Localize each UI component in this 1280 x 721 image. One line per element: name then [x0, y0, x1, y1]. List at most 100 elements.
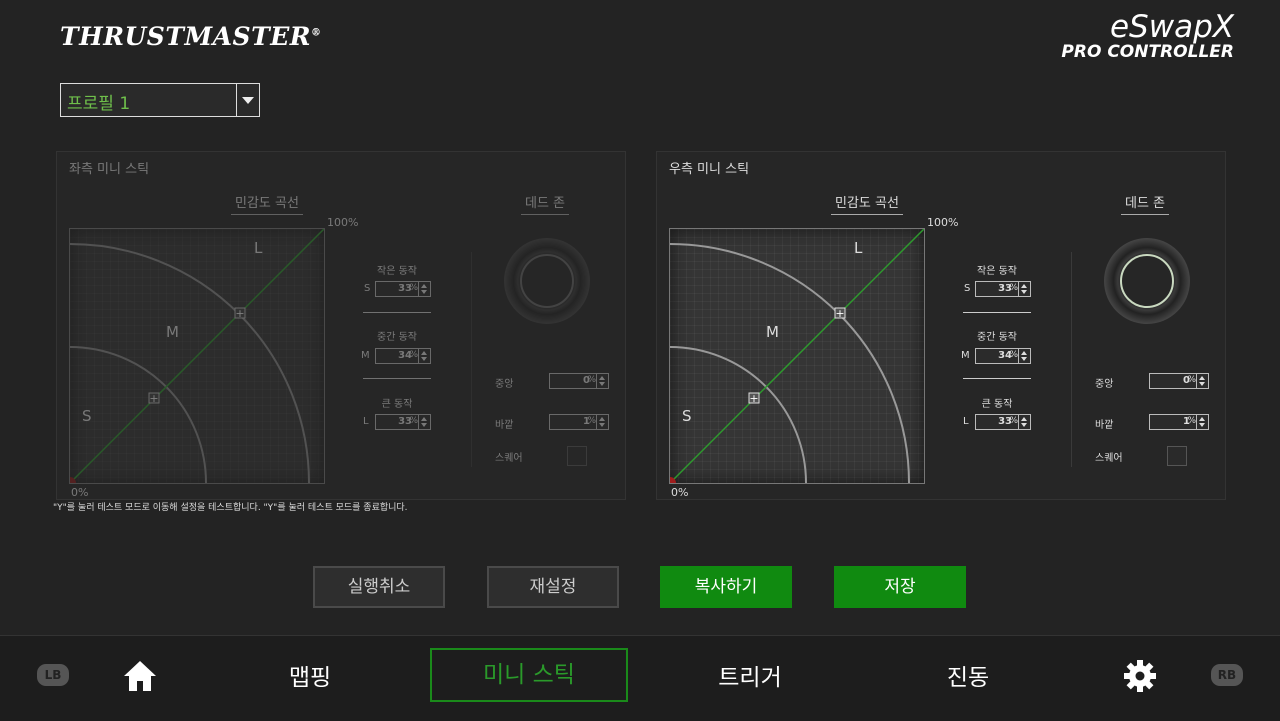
product-logo: eSwapX PRO CONTROLLER [1061, 9, 1234, 62]
dead-zone-inner [520, 254, 574, 308]
small-motion-letter: S [964, 283, 971, 294]
svg-text:+: + [749, 392, 758, 405]
registered-mark: ® [311, 27, 322, 39]
mid-motion-letter: M [361, 350, 370, 361]
reset-button[interactable]: 재설정 [487, 566, 619, 608]
zone-l-label: L [854, 239, 863, 257]
nav-mapping[interactable]: 맵핑 [270, 658, 350, 692]
dead-zone-title: 데드 존 [521, 192, 570, 215]
zone-l-label: L [254, 239, 263, 257]
panel-title: 우측 미니 스틱 [669, 162, 750, 177]
center-label: 중앙 [1095, 379, 1114, 390]
outer-deadzone-spinner[interactable]: 1% [1149, 414, 1209, 430]
small-motion-spinner[interactable]: 33% [975, 281, 1031, 297]
divider [963, 312, 1031, 313]
spin-arrows-icon[interactable] [418, 349, 430, 363]
dead-zone-preview [504, 238, 590, 324]
svg-text:+: + [235, 307, 244, 320]
dead-zone-inner [1120, 254, 1174, 308]
outer-label: 바깥 [1095, 420, 1114, 431]
save-button[interactable]: 저장 [834, 566, 966, 608]
zone-m-label: M [766, 323, 779, 341]
product-name: eSwapX [1109, 9, 1234, 45]
small-motion-letter: S [364, 283, 371, 294]
left-stick-panel: 좌측 미니 스틱 민감도 곡선 데드 존 100% + + S M L 0% 작… [56, 151, 626, 500]
outer-label: 바깥 [495, 420, 514, 431]
large-motion-letter: L [963, 416, 969, 427]
home-icon-svg [124, 661, 156, 691]
square-checkbox[interactable] [1167, 446, 1187, 466]
spin-arrows-icon[interactable] [1018, 282, 1030, 296]
spin-arrows-icon[interactable] [1196, 374, 1208, 388]
panel-title: 좌측 미니 스틱 [69, 162, 150, 177]
divider [363, 312, 431, 313]
spin-arrows-icon[interactable] [1196, 415, 1208, 429]
lb-bumper-icon[interactable]: LB [37, 664, 69, 686]
large-motion-spinner[interactable]: 33% [375, 414, 431, 430]
spin-arrows-icon[interactable] [596, 415, 608, 429]
square-label: 스퀘어 [1095, 453, 1123, 464]
gear-icon[interactable] [1122, 658, 1158, 694]
outer-deadzone-spinner[interactable]: 1% [549, 414, 609, 430]
curve-svg: + + [70, 229, 324, 483]
brand-text: THRUSTMASTER [60, 22, 312, 51]
test-mode-hint: "Y"를 눌러 테스트 모드로 이동해 설정을 테스트합니다. "Y"를 눌러 … [53, 503, 408, 513]
pct-max-label: 100% [927, 216, 959, 229]
home-icon[interactable] [122, 658, 158, 694]
spinner-unit: % [587, 416, 596, 426]
small-motion-spinner[interactable]: 33% [375, 281, 431, 297]
dead-zone-title: 데드 존 [1121, 192, 1170, 215]
column-separator [471, 252, 472, 467]
center-deadzone-spinner[interactable]: 0% [549, 373, 609, 389]
mid-motion-label: 중간 동작 [977, 332, 1017, 343]
svg-text:+: + [835, 307, 844, 320]
pct-max-label: 100% [327, 216, 359, 229]
chevron-down-icon[interactable] [236, 84, 259, 116]
curve-line [70, 229, 324, 483]
nav-mini-stick[interactable]: 미니 스틱 [430, 648, 628, 702]
profile-select[interactable]: 프로필 1 [60, 83, 260, 117]
sensitivity-curve-title: 민감도 곡선 [231, 192, 303, 215]
profile-select-value: 프로필 1 [67, 94, 131, 114]
spinner-unit: % [1009, 350, 1018, 360]
left-stick-panel-content: 좌측 미니 스틱 민감도 곡선 데드 존 100% + + S M L 0% 작… [57, 152, 625, 499]
product-subtitle: PRO CONTROLLER [1061, 42, 1234, 62]
mid-motion-spinner[interactable]: 34% [375, 348, 431, 364]
nav-trigger[interactable]: 트리거 [700, 658, 800, 692]
rb-bumper-icon[interactable]: RB [1211, 664, 1243, 686]
curve-svg: + + [670, 229, 924, 483]
square-checkbox[interactable] [567, 446, 587, 466]
center-label: 중앙 [495, 379, 514, 390]
spinner-unit: % [1187, 416, 1196, 426]
pct-min-label: 0% [671, 486, 689, 499]
large-motion-label: 큰 동작 [381, 399, 413, 410]
spinner-unit: % [409, 350, 418, 360]
thrustmaster-logo: THRUSTMASTER® [60, 22, 322, 51]
zone-s-label: S [682, 407, 692, 425]
zone-m-label: M [166, 323, 179, 341]
mid-motion-spinner[interactable]: 34% [975, 348, 1031, 364]
divider [363, 378, 431, 379]
large-motion-label: 큰 동작 [981, 399, 1013, 410]
nav-mini-stick-label: 미니 스틱 [483, 662, 575, 688]
dead-zone-preview [1104, 238, 1190, 324]
sensitivity-curve-graph[interactable]: + + S M L [69, 228, 325, 484]
nav-vibration[interactable]: 진동 [928, 658, 1008, 692]
spin-arrows-icon[interactable] [596, 374, 608, 388]
square-label: 스퀘어 [495, 453, 523, 464]
sensitivity-curve-title: 민감도 곡선 [831, 192, 903, 215]
spinner-unit: % [409, 283, 418, 293]
gear-icon-svg [1124, 660, 1156, 692]
spin-arrows-icon[interactable] [1018, 349, 1030, 363]
large-motion-spinner[interactable]: 33% [975, 414, 1031, 430]
center-deadzone-spinner[interactable]: 0% [1149, 373, 1209, 389]
spin-arrows-icon[interactable] [1018, 415, 1030, 429]
spin-arrows-icon[interactable] [418, 415, 430, 429]
pct-min-label: 0% [71, 486, 89, 499]
copy-button[interactable]: 복사하기 [660, 566, 792, 608]
spinner-unit: % [587, 375, 596, 385]
undo-button[interactable]: 실행취소 [313, 566, 445, 608]
sensitivity-curve-graph[interactable]: + + S M L [669, 228, 925, 484]
spin-arrows-icon[interactable] [418, 282, 430, 296]
svg-text:+: + [149, 392, 158, 405]
